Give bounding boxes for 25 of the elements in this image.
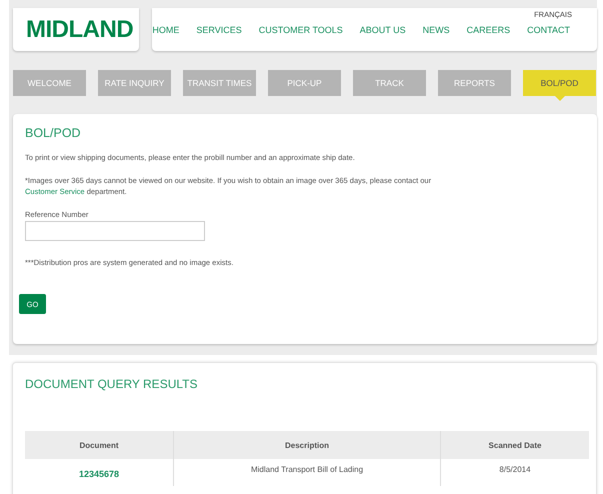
nav-link[interactable]: CUSTOMER TOOLS [258, 25, 343, 35]
nav-link[interactable]: SERVICES [196, 25, 242, 35]
tab[interactable]: TRACK [353, 70, 426, 96]
section-title: BOL/POD [25, 126, 82, 140]
tab[interactable]: PICK-UP [268, 70, 341, 96]
column-header: Description [174, 431, 440, 459]
nav-link[interactable]: CONTACT [527, 25, 570, 35]
nav-link[interactable]: ABOUT US [360, 25, 406, 35]
tab[interactable]: BOL/POD [523, 70, 596, 96]
tab[interactable]: REPORTS [438, 70, 511, 96]
table-cell: 8/5/2014 [440, 459, 589, 486]
column-header: Scanned Date [440, 431, 589, 459]
column-header: Document [25, 431, 174, 459]
tab[interactable]: RATE INQUIRY [98, 70, 171, 96]
tab[interactable]: TRANSIT TIMES [183, 70, 256, 96]
results-title: DOCUMENT QUERY RESULTS [25, 377, 198, 391]
nav-link[interactable]: HOME [152, 25, 180, 35]
nav-link[interactable]: NEWS [422, 25, 450, 35]
tab[interactable]: WELCOME [13, 70, 86, 96]
reference-number-field[interactable] [25, 221, 205, 241]
document-link[interactable]: 12345678 [78, 469, 120, 479]
nav-link[interactable]: CAREERS [466, 25, 510, 35]
logo[interactable]: MIDLAND [26, 16, 134, 44]
table-cell: Midland Transport Bill of Lading [174, 459, 440, 486]
pointer-icon [554, 96, 564, 101]
